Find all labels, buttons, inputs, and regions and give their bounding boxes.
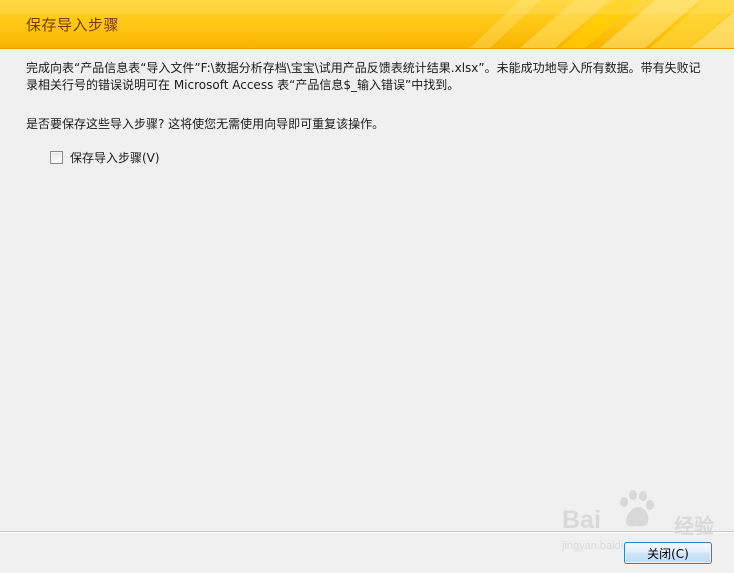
dialog-header: 保存导入步骤 (0, 0, 734, 49)
dialog-title: 保存导入步骤 (26, 16, 120, 34)
watermark-brand-tail: 经验 (674, 514, 714, 538)
save-steps-option[interactable]: 保存导入步骤(V) (50, 149, 160, 166)
save-steps-checkbox[interactable] (50, 151, 63, 164)
import-result-message: 完成向表“产品信息表“导入文件”F:\数据分析存档\宝宝\试用产品反馈表统计结果… (26, 61, 701, 92)
paw-logo-icon (620, 490, 654, 527)
save-steps-question: 是否要保存这些导入步骤? 这将使您无需使用向导即可重复该操作。 (26, 117, 385, 131)
save-steps-checkbox-label[interactable]: 保存导入步骤(V) (70, 149, 160, 166)
close-button[interactable]: 关闭(C) (624, 542, 712, 564)
save-import-steps-dialog: 保存导入步骤 完成向表“产品信息表“导入文件”F:\数据分析存档\宝宝\试用产品… (0, 0, 734, 573)
watermark-brand: Bai (562, 506, 601, 534)
